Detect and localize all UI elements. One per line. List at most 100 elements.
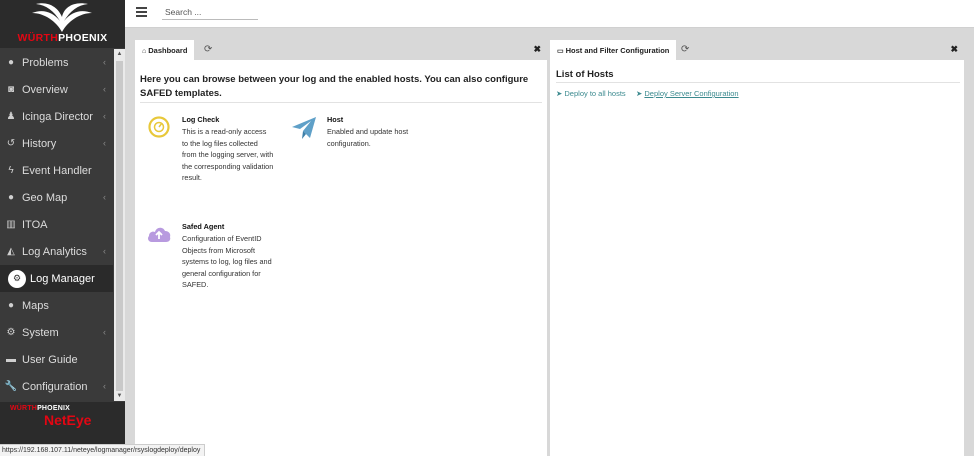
divider xyxy=(140,102,542,103)
chevron-left-icon: ‹ xyxy=(103,57,106,67)
host-card[interactable]: Host Enabled and update host configurati… xyxy=(291,115,431,155)
cloud-upload-icon xyxy=(148,227,171,242)
card-description: Enabled and update host configuration. xyxy=(327,127,409,148)
menu-item-user-guide[interactable]: ▬ User Guide xyxy=(0,346,113,373)
card-title: Log Check xyxy=(182,115,220,124)
close-icon[interactable]: ✖ xyxy=(950,44,958,55)
link-label: Deploy Server Configuration xyxy=(644,89,739,98)
chevron-left-icon: ‹ xyxy=(103,327,106,337)
history-icon: ↺ xyxy=(6,138,16,149)
sidebar: WÜRTHPHOENIX ● Problems ‹ ◙ Overview ‹ ♟ Icin… xyxy=(0,0,125,456)
card-title: Safed Agent xyxy=(182,222,225,231)
cogs-icon: ⚙ xyxy=(6,327,16,338)
menu-item-system[interactable]: ⚙ System ‹ xyxy=(0,319,113,346)
laptop-icon: ▭ xyxy=(557,48,564,55)
host-filter-body: List of Hosts ➤ Deploy to all hosts ➤ De… xyxy=(550,60,964,456)
sidebar-scrollbar[interactable]: ▲ ▼ xyxy=(114,49,125,401)
tab-label: Dashboard xyxy=(148,46,188,55)
bar-chart-icon: ▥ xyxy=(6,219,16,230)
divider xyxy=(556,82,960,83)
bolt-icon: ϟ xyxy=(8,165,14,176)
refresh-icon[interactable]: ⟳ xyxy=(204,44,212,55)
chevron-left-icon: ‹ xyxy=(103,246,106,256)
chevron-left-icon: ‹ xyxy=(103,381,106,391)
menu-item-problems[interactable]: ● Problems ‹ xyxy=(0,49,113,76)
menu-item-configuration[interactable]: 🔧 Configuration ‹ xyxy=(0,373,113,400)
book-icon: ▬ xyxy=(6,354,16,365)
menu-label: History xyxy=(22,137,57,150)
menu-item-event-handler[interactable]: ϟ Event Handler xyxy=(0,157,113,184)
card-title: Host xyxy=(327,115,344,124)
deploy-all-hosts-link[interactable]: ➤ Deploy to all hosts xyxy=(556,89,626,98)
tab-dashboard[interactable]: ⌂ Dashboard xyxy=(135,40,195,60)
menu-item-geo-map[interactable]: ● Geo Map ‹ xyxy=(0,184,113,211)
chevron-left-icon: ‹ xyxy=(103,84,106,94)
cogs-icon: ⚙ xyxy=(8,269,26,288)
user-tie-icon: ♟ xyxy=(6,111,16,122)
browser-status-url: https://192.168.107.11/neteye/logmanager… xyxy=(0,444,206,456)
wrench-icon: 🔧 xyxy=(4,381,18,392)
dashboard-panel: ⌂ Dashboard ⟳ ✖ Here you can browse betwe… xyxy=(135,40,547,456)
menu-label: Overview xyxy=(22,83,68,96)
menu-item-log-manager[interactable]: ⚙ Log Manager xyxy=(0,265,113,292)
menu-label: Problems xyxy=(22,56,69,69)
deploy-server-configuration-link[interactable]: ➤ Deploy Server Configuration xyxy=(636,89,739,98)
menu-label: ITOA xyxy=(22,218,48,231)
menu-label: Configuration xyxy=(22,380,88,393)
menu-label: Event Handler xyxy=(22,164,92,177)
logo-text: WÜRTHPHOENIX xyxy=(17,32,108,44)
top-bar xyxy=(125,0,974,28)
phoenix-wings-icon xyxy=(32,3,92,33)
menu-item-overview[interactable]: ◙ Overview ‹ xyxy=(0,76,113,103)
dashboard-intro: Here you can browse between your log and… xyxy=(140,74,529,99)
globe-icon: ● xyxy=(7,192,15,203)
menu-label: Log Manager xyxy=(30,272,95,285)
menu-item-itoa[interactable]: ▥ ITOA xyxy=(0,211,113,238)
close-icon[interactable]: ✖ xyxy=(533,44,541,55)
chevron-left-icon: ‹ xyxy=(103,192,106,202)
menu-label: Geo Map xyxy=(22,191,68,204)
scroll-up-arrow-icon[interactable]: ▲ xyxy=(114,49,125,59)
menu-label: Icinga Director xyxy=(22,110,93,123)
binoculars-icon: ◙ xyxy=(7,84,15,95)
list-of-hosts-heading: List of Hosts xyxy=(556,69,614,80)
dashboard-icon: ⌂ xyxy=(142,48,147,55)
menu-item-log-analytics[interactable]: ◭ Log Analytics ‹ xyxy=(0,238,113,265)
scroll-down-arrow-icon[interactable]: ▼ xyxy=(114,391,125,401)
footer-brand: WÜRTHPHOENIX xyxy=(10,405,70,412)
link-label: Deploy to all hosts xyxy=(564,89,626,98)
card-description: Configuration of EventID Objects from Mi… xyxy=(182,234,272,289)
dashboard-tab-bar: ⌂ Dashboard ⟳ ✖ xyxy=(135,40,547,60)
search-input[interactable] xyxy=(162,5,258,20)
refresh-icon[interactable]: ⟳ xyxy=(681,44,689,55)
host-filter-panel: ▭ Host and Filter Configuration ⟳ ✖ List … xyxy=(550,40,964,456)
menu-label: User Guide xyxy=(22,353,78,366)
hamburger-menu-icon[interactable] xyxy=(136,7,147,17)
main-menu: ● Problems ‹ ◙ Overview ‹ ♟ Icinga Director ‹ … xyxy=(0,49,113,400)
tab-label: Host and Filter Configuration xyxy=(565,46,670,55)
menu-label: System xyxy=(22,326,59,339)
paper-plane-icon xyxy=(292,117,316,139)
wurth-phoenix-logo[interactable]: WÜRTHPHOENIX xyxy=(0,0,125,48)
scrollbar-thumb[interactable] xyxy=(116,61,123,391)
menu-item-history[interactable]: ↺ History ‹ xyxy=(0,130,113,157)
host-filter-tab-bar: ▭ Host and Filter Configuration ⟳ ✖ xyxy=(550,40,964,60)
safed-agent-card[interactable]: Safed Agent Configuration of EventID Obj… xyxy=(146,222,286,292)
menu-item-icinga-director[interactable]: ♟ Icinga Director ‹ xyxy=(0,103,113,130)
chevron-left-icon: ‹ xyxy=(103,138,106,148)
globe-icon: ● xyxy=(7,300,15,311)
menu-item-maps[interactable]: ● Maps xyxy=(0,292,113,319)
chevron-left-icon: ‹ xyxy=(103,111,106,121)
footer-product-name: NetEye xyxy=(44,412,92,428)
log-check-icon xyxy=(148,116,170,138)
log-check-card[interactable]: Log Check This is a read-only access to … xyxy=(146,115,286,185)
paper-plane-icon: ➤ xyxy=(556,89,563,98)
menu-label: Maps xyxy=(22,299,49,312)
area-chart-icon: ◭ xyxy=(7,246,15,257)
tab-host-filter-configuration[interactable]: ▭ Host and Filter Configuration xyxy=(550,40,677,60)
paper-plane-icon: ➤ xyxy=(636,89,643,98)
dashboard-body: Here you can browse between your log and… xyxy=(135,60,547,456)
card-description: This is a read-only access to the log fi… xyxy=(182,127,274,182)
exclamation-circle-icon: ● xyxy=(7,57,15,68)
menu-label: Log Analytics xyxy=(22,245,87,258)
